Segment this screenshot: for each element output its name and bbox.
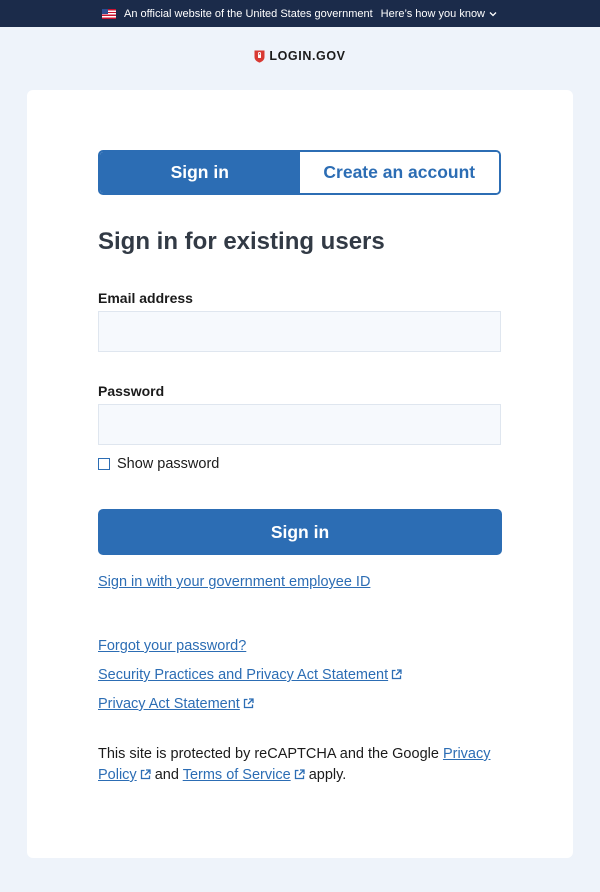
page-title: Sign in for existing users (98, 228, 385, 255)
piv-sign-in-link[interactable]: Sign in with your government employee ID (98, 574, 370, 590)
recaptcha-and: and (150, 767, 183, 783)
recaptcha-prefix: This site is protected by reCAPTCHA and … (98, 746, 443, 762)
tab-sign-in[interactable]: Sign in (100, 152, 300, 193)
tab-create-account[interactable]: Create an account (299, 152, 499, 193)
recaptcha-notice: This site is protected by reCAPTCHA and … (98, 744, 508, 786)
heres-how-you-know-label: Here’s how you know (380, 7, 486, 20)
auth-tabs: Sign in Create an account (98, 150, 501, 195)
google-terms-label: Terms of Service (182, 767, 291, 783)
email-label: Email address (98, 290, 193, 306)
login-gov-logo[interactable]: LOGIN.GOV (0, 49, 600, 63)
google-terms-link[interactable]: Terms of Service (183, 767, 305, 783)
email-field[interactable] (98, 311, 501, 352)
show-password-label: Show password (117, 456, 220, 472)
show-password-toggle[interactable]: Show password (98, 456, 219, 472)
heres-how-you-know-button[interactable]: Here’s how you know (381, 8, 498, 20)
sign-in-button[interactable]: Sign in (98, 509, 502, 555)
external-link-icon (391, 669, 402, 680)
external-link-icon (140, 769, 151, 780)
password-label: Password (98, 383, 165, 399)
gov-banner-text: An official website of the United States… (123, 7, 373, 20)
password-field[interactable] (98, 404, 501, 445)
security-practices-label: Security Practices and Privacy Act State… (98, 667, 389, 683)
show-password-checkbox[interactable] (98, 458, 110, 470)
external-link-icon (294, 769, 305, 780)
security-practices-link[interactable]: Security Practices and Privacy Act State… (98, 667, 402, 683)
privacy-act-label: Privacy Act Statement (98, 696, 240, 712)
sign-in-card: Sign in Create an account Sign in for ex… (27, 90, 573, 858)
external-link-icon (243, 698, 254, 709)
login-shield-icon (254, 50, 265, 63)
privacy-act-link[interactable]: Privacy Act Statement (98, 696, 254, 712)
recaptcha-suffix: apply. (304, 767, 347, 783)
forgot-password-link[interactable]: Forgot your password? (98, 638, 246, 654)
us-flag-icon (101, 8, 116, 19)
logo-text: LOGIN.GOV (269, 49, 346, 63)
gov-banner: An official website of the United States… (0, 0, 600, 27)
chevron-down-icon (489, 11, 497, 16)
